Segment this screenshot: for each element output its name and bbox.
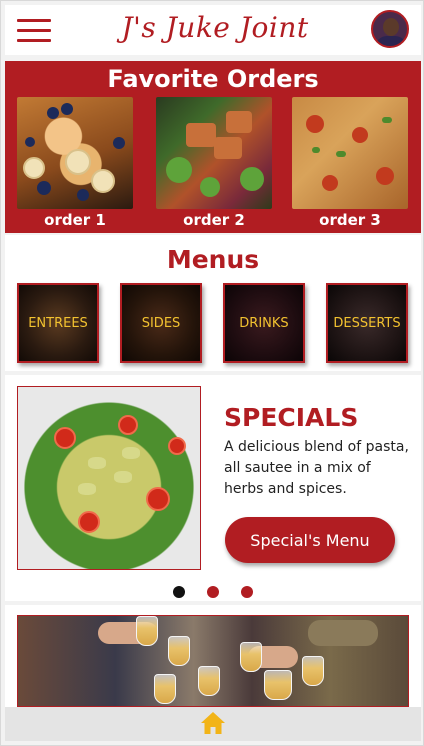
drinks-banner-section [5,605,421,707]
bottom-tab-bar [5,707,421,741]
favorite-order-2[interactable]: order 2 [156,97,272,229]
blueberry [37,181,51,195]
blueberry [113,137,125,149]
order-1-label: order 1 [44,211,106,229]
order-3-image [292,97,408,209]
glass [168,636,190,666]
tomato [146,487,170,511]
menu-sides-label: SIDES [141,316,181,331]
carousel-dot[interactable] [241,586,253,598]
hamburger-menu-icon[interactable] [17,16,51,44]
glass [240,642,262,672]
hamburger-bar [17,29,51,32]
tomato [168,437,186,455]
drinks-banner-image[interactable] [17,615,409,707]
favorite-order-1[interactable]: order 1 [17,97,133,229]
blueberry [25,137,35,147]
carousel-dot-active[interactable] [173,586,185,598]
blueberry [47,107,59,119]
app-title: J's Juke Joint [121,11,309,44]
menu-entrees[interactable]: ENTREES [17,283,99,363]
order-2-image [156,97,272,209]
pasta-bowtie [114,471,132,483]
banana-slice [23,157,45,179]
app-header: J's Juke Joint [5,5,421,55]
pasta-bowtie [122,447,140,459]
specials-description: A delicious blend of pasta, all sautee i… [224,439,409,497]
menu-desserts-label: DESSERTS [333,316,401,331]
favorite-orders-section: Favorite Orders order 1 order 2 order 3 [5,61,421,233]
menus-section: Menus ENTREES SIDES DRINKS DESSERTS [5,235,421,371]
menus-title: Menus [166,245,260,274]
glass [136,616,158,646]
tomato [78,511,100,533]
salmon-piece [226,111,252,133]
menu-drinks-label: DRINKS [239,316,289,331]
glass [302,656,324,686]
pepperoni [322,175,338,191]
specials-title: SPECIALS [224,403,359,432]
order-1-image [17,97,133,209]
order-3-label: order 3 [319,211,381,229]
carousel-dot[interactable] [207,586,219,598]
menu-entrees-label: ENTREES [28,316,88,331]
sleeve [308,620,378,646]
greens [166,157,192,183]
greens [200,177,220,197]
hamburger-bar [17,39,51,42]
blueberry [61,103,73,115]
glass [154,674,176,704]
glass [198,666,220,696]
pasta-bowtie [88,457,106,469]
avatar-shirt [375,36,407,46]
salmon-piece [186,123,216,147]
specials-section: SPECIALS A delicious blend of pasta, all… [5,375,421,601]
herb [382,117,392,123]
banana-slice [65,149,91,175]
greens [240,167,264,191]
salmon-piece [214,137,242,159]
pepperoni [376,167,394,185]
pepperoni [352,127,368,143]
app-frame: J's Juke Joint Favorite Orders order 1 o… [0,0,424,746]
banana-slice [91,169,115,193]
pasta-bowtie [78,483,96,495]
tomato [118,415,138,435]
specials-menu-button[interactable]: Special's Menu [225,517,395,563]
hamburger-bar [17,19,51,22]
menu-desserts[interactable]: DESSERTS [326,283,408,363]
tomato [54,427,76,449]
favorite-order-3[interactable]: order 3 [292,97,408,229]
herb [312,147,320,153]
avatar-face [383,18,399,36]
blueberry [77,189,89,201]
specials-image [17,386,201,570]
pepperoni [306,115,324,133]
herb [336,151,346,157]
user-avatar[interactable] [371,10,409,48]
menu-drinks[interactable]: DRINKS [223,283,305,363]
home-icon[interactable] [200,711,226,735]
menu-sides[interactable]: SIDES [120,283,202,363]
order-2-label: order 2 [183,211,245,229]
glass [264,670,292,700]
favorite-orders-title: Favorite Orders [107,65,319,93]
